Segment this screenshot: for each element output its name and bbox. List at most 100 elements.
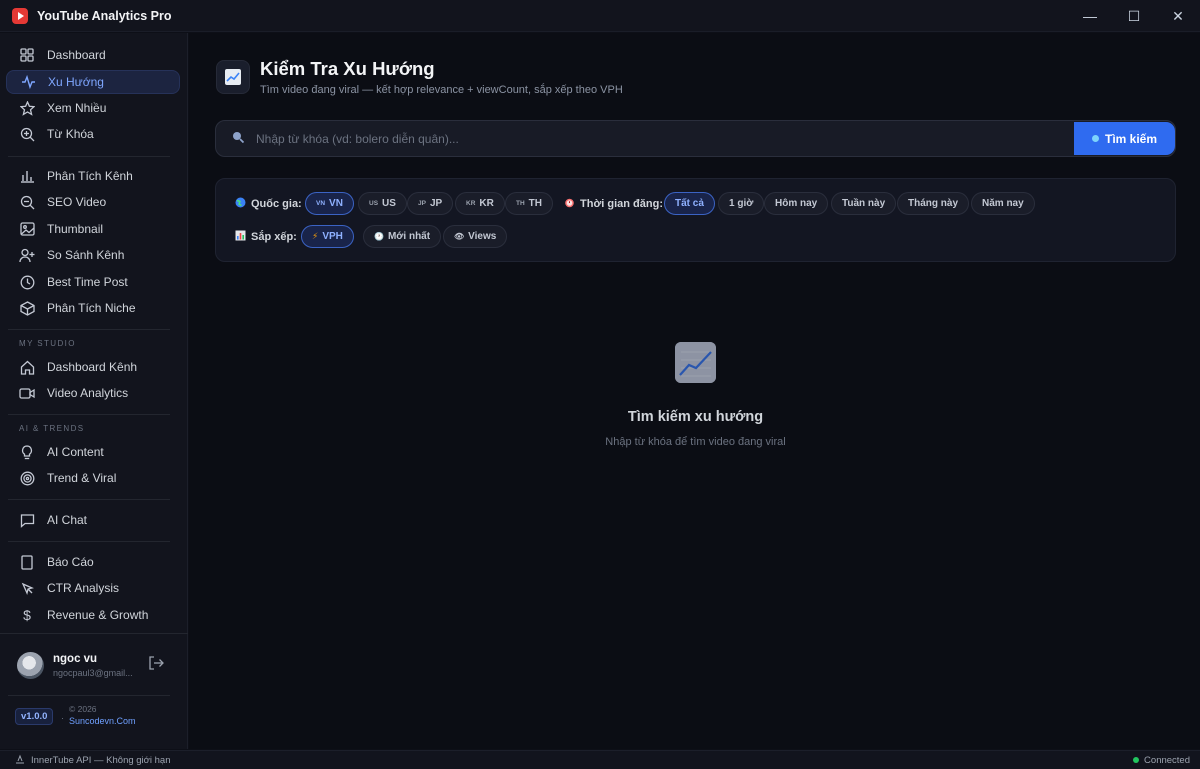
sidebar-item-ai-chat[interactable]: AI Chat: [6, 508, 180, 532]
target-icon: [19, 470, 35, 486]
search-button[interactable]: Tìm kiếm: [1074, 122, 1175, 155]
chat-icon: [19, 512, 35, 528]
trend-chart-icon: [675, 342, 716, 383]
filter-panel: [215, 178, 1176, 262]
search-input[interactable]: [256, 121, 1066, 156]
sidebar-divider: [0, 633, 188, 634]
clock-icon: 🕐: [374, 232, 384, 241]
sidebar-item-video-analytics[interactable]: Video Analytics: [6, 381, 180, 405]
image-icon: [19, 221, 35, 237]
home-icon: [19, 359, 35, 375]
search-button-label: Tìm kiếm: [1104, 131, 1158, 146]
eye-icon: 👁: [454, 232, 465, 241]
sidebar-item-phan-tich-niche[interactable]: Phân Tích Niche: [6, 296, 180, 320]
connection-status: Connected: [1133, 755, 1190, 766]
time-chip-nam-nay[interactable]: Năm nay: [971, 192, 1035, 215]
sidebar-item-label: CTR Analysis: [47, 581, 120, 595]
country-filter-label: Quốc gia:: [235, 197, 302, 211]
title-bar: YouTube Analytics Pro — ☐ ✕: [0, 0, 1200, 32]
sidebar-item-label: Phân Tích Kênh: [47, 169, 133, 183]
chart-up-icon: [216, 60, 250, 94]
bulb-icon: [1091, 135, 1099, 142]
time-filter-label: Thời gian đăng:: [564, 197, 663, 211]
country-chip-th[interactable]: TH TH: [505, 192, 554, 215]
youtube-logo-icon: [12, 7, 28, 24]
sidebar-item-label: Trend & Viral: [47, 471, 117, 485]
sidebar-item-thumbnail[interactable]: Thumbnail: [6, 217, 180, 241]
sort-filter-label: Sắp xếp:: [235, 230, 297, 244]
sidebar-item-xem-nhieu[interactable]: Xem Nhiều: [6, 96, 180, 120]
time-chip-hom-nay[interactable]: Hôm nay: [764, 192, 829, 215]
sidebar-item-ctr-analysis[interactable]: CTR Analysis: [6, 576, 180, 600]
site-link[interactable]: Suncodevn.Com: [69, 716, 136, 726]
minimize-button[interactable]: —: [1068, 0, 1112, 32]
lightning-icon: ⚡: [312, 231, 319, 241]
sidebar-item-label: Xu Hướng: [48, 75, 104, 89]
sidebar-divider: [8, 695, 170, 696]
empty-state-subtitle: Nhập từ khóa để tìm video đang viral: [605, 436, 786, 448]
close-button[interactable]: ✕: [1156, 0, 1200, 32]
globe-icon: [235, 197, 246, 211]
sidebar-item-phan-tich-kenh[interactable]: Phân Tích Kênh: [6, 164, 180, 188]
search-icon: [19, 194, 35, 210]
sidebar-item-label: Best Time Post: [47, 275, 128, 289]
sidebar-item-label: SEO Video: [47, 195, 107, 209]
sidebar-divider: [8, 541, 170, 542]
sidebar-item-dashboard[interactable]: Dashboard: [6, 43, 180, 67]
api-status: InnerTube API — Không giới hạn: [15, 754, 171, 767]
time-chip-1-gio[interactable]: 1 giờ: [718, 192, 765, 215]
section-label-my-studio: MY STUDIO: [19, 339, 76, 348]
sidebar-item-label: Phân Tích Niche: [47, 301, 136, 315]
empty-state-title: Tìm kiếm xu hướng: [627, 409, 764, 425]
country-chip-vn[interactable]: VN VN: [305, 192, 354, 215]
cursor-icon: [19, 580, 35, 596]
time-chip-thang-nay[interactable]: Tháng này: [897, 192, 970, 215]
copyright: © 2026: [69, 704, 97, 714]
sidebar-item-label: So Sánh Kênh: [47, 248, 125, 262]
sidebar-item-trend-viral[interactable]: Trend & Viral: [6, 466, 180, 490]
country-chip-jp[interactable]: JP JP: [407, 192, 454, 215]
app-title: YouTube Analytics Pro: [37, 8, 172, 23]
sidebar-item-bao-cao[interactable]: Báo Cáo: [6, 550, 180, 574]
sidebar-item-dashboard-kenh[interactable]: Dashboard Kênh: [6, 355, 180, 379]
user-name: ngoc vu: [53, 653, 98, 665]
country-chip-us[interactable]: US US: [358, 192, 407, 215]
sidebar-item-so-sanh-kenh[interactable]: So Sánh Kênh: [6, 243, 180, 267]
report-icon: [19, 554, 35, 570]
sidebar-item-seo-video[interactable]: SEO Video: [6, 190, 180, 214]
sidebar-divider: [8, 156, 170, 157]
sidebar-item-label: Dashboard: [47, 48, 106, 62]
bar-chart-icon: [235, 230, 246, 244]
user-plus-icon: [19, 247, 35, 263]
search-plus-icon: [19, 126, 35, 142]
sidebar-item-label: Xem Nhiều: [47, 101, 107, 115]
page-title: Kiểm Tra Xu Hướng: [260, 58, 435, 79]
sidebar-item-label: Từ Khóa: [47, 127, 94, 141]
sort-chip-views[interactable]: 👁 Views: [443, 225, 508, 248]
time-chip-tat-ca[interactable]: Tất cả: [664, 192, 715, 215]
sidebar-item-revenue-growth[interactable]: $ Revenue & Growth: [6, 603, 180, 627]
sidebar-item-label: AI Chat: [47, 513, 88, 527]
sidebar-item-tu-khoa[interactable]: Từ Khóa: [6, 122, 180, 146]
box-icon: [19, 300, 35, 316]
version-badge: v1.0.0: [15, 708, 54, 725]
sidebar-item-label: Dashboard Kênh: [47, 360, 138, 374]
separator-dot: ·: [61, 713, 64, 723]
sidebar-divider: [8, 329, 170, 330]
logout-icon[interactable]: [148, 656, 164, 673]
avatar[interactable]: [17, 652, 44, 679]
sort-chip-vph[interactable]: ⚡ VPH: [301, 225, 354, 248]
sort-chip-moi-nhat[interactable]: 🕐 Mới nhất: [363, 225, 442, 248]
country-chip-kr[interactable]: KR KR: [455, 192, 505, 215]
time-chip-tuan-nay[interactable]: Tuần này: [831, 192, 897, 215]
maximize-button[interactable]: ☐: [1112, 0, 1156, 32]
sidebar-item-label: Báo Cáo: [47, 555, 94, 569]
sidebar-item-xu-huong[interactable]: Xu Hướng: [6, 70, 180, 94]
dollar-icon: $: [23, 607, 31, 623]
sidebar-item-best-time-post[interactable]: Best Time Post: [6, 270, 180, 294]
sidebar-item-label: Revenue & Growth: [47, 608, 149, 622]
sidebar-divider: [8, 499, 170, 500]
sidebar-item-label: Video Analytics: [47, 386, 129, 400]
section-label-ai-trends: AI & TRENDS: [19, 424, 85, 433]
user-email: ngocpaul3@gmail...: [53, 668, 133, 678]
